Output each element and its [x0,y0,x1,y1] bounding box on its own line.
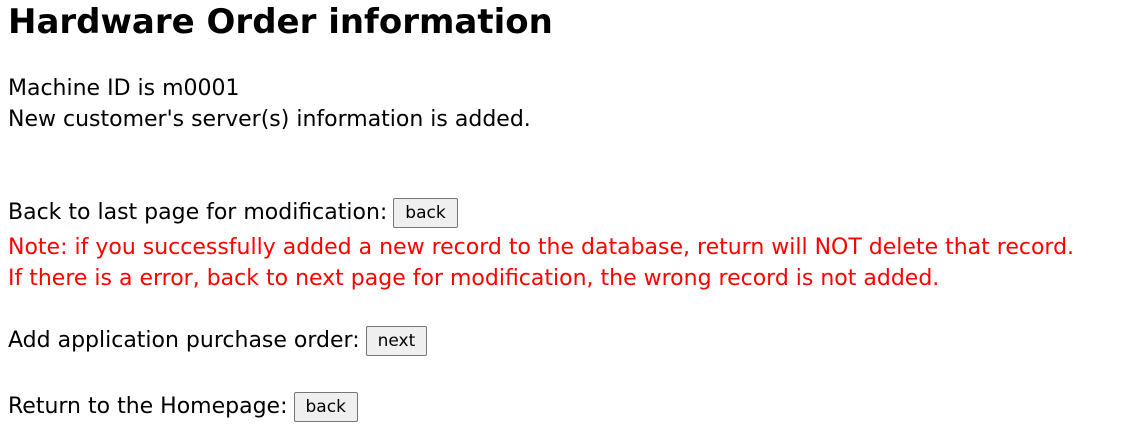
status-message: New customer's server(s) information is … [8,107,531,132]
modify-row: Back to last page for modification: back [8,198,458,228]
next-button[interactable]: next [365,326,428,356]
page-title: Hardware Order information [8,2,553,42]
application-order-label: Add application purchase order: [8,328,360,353]
back-to-modify-button[interactable]: back [393,198,458,228]
note-line-1: Note: if you successfully added a new re… [8,235,1075,260]
homepage-label: Return to the Homepage: [8,394,288,419]
homepage-row: Return to the Homepage: back [8,392,358,422]
note-line-2: If there is a error, back to next page f… [8,266,940,291]
machine-id-text: Machine ID is m0001 [8,76,240,101]
return-homepage-button[interactable]: back [293,392,358,422]
modify-label: Back to last page for modification: [8,200,388,225]
application-order-row: Add application purchase order: next [8,326,428,356]
